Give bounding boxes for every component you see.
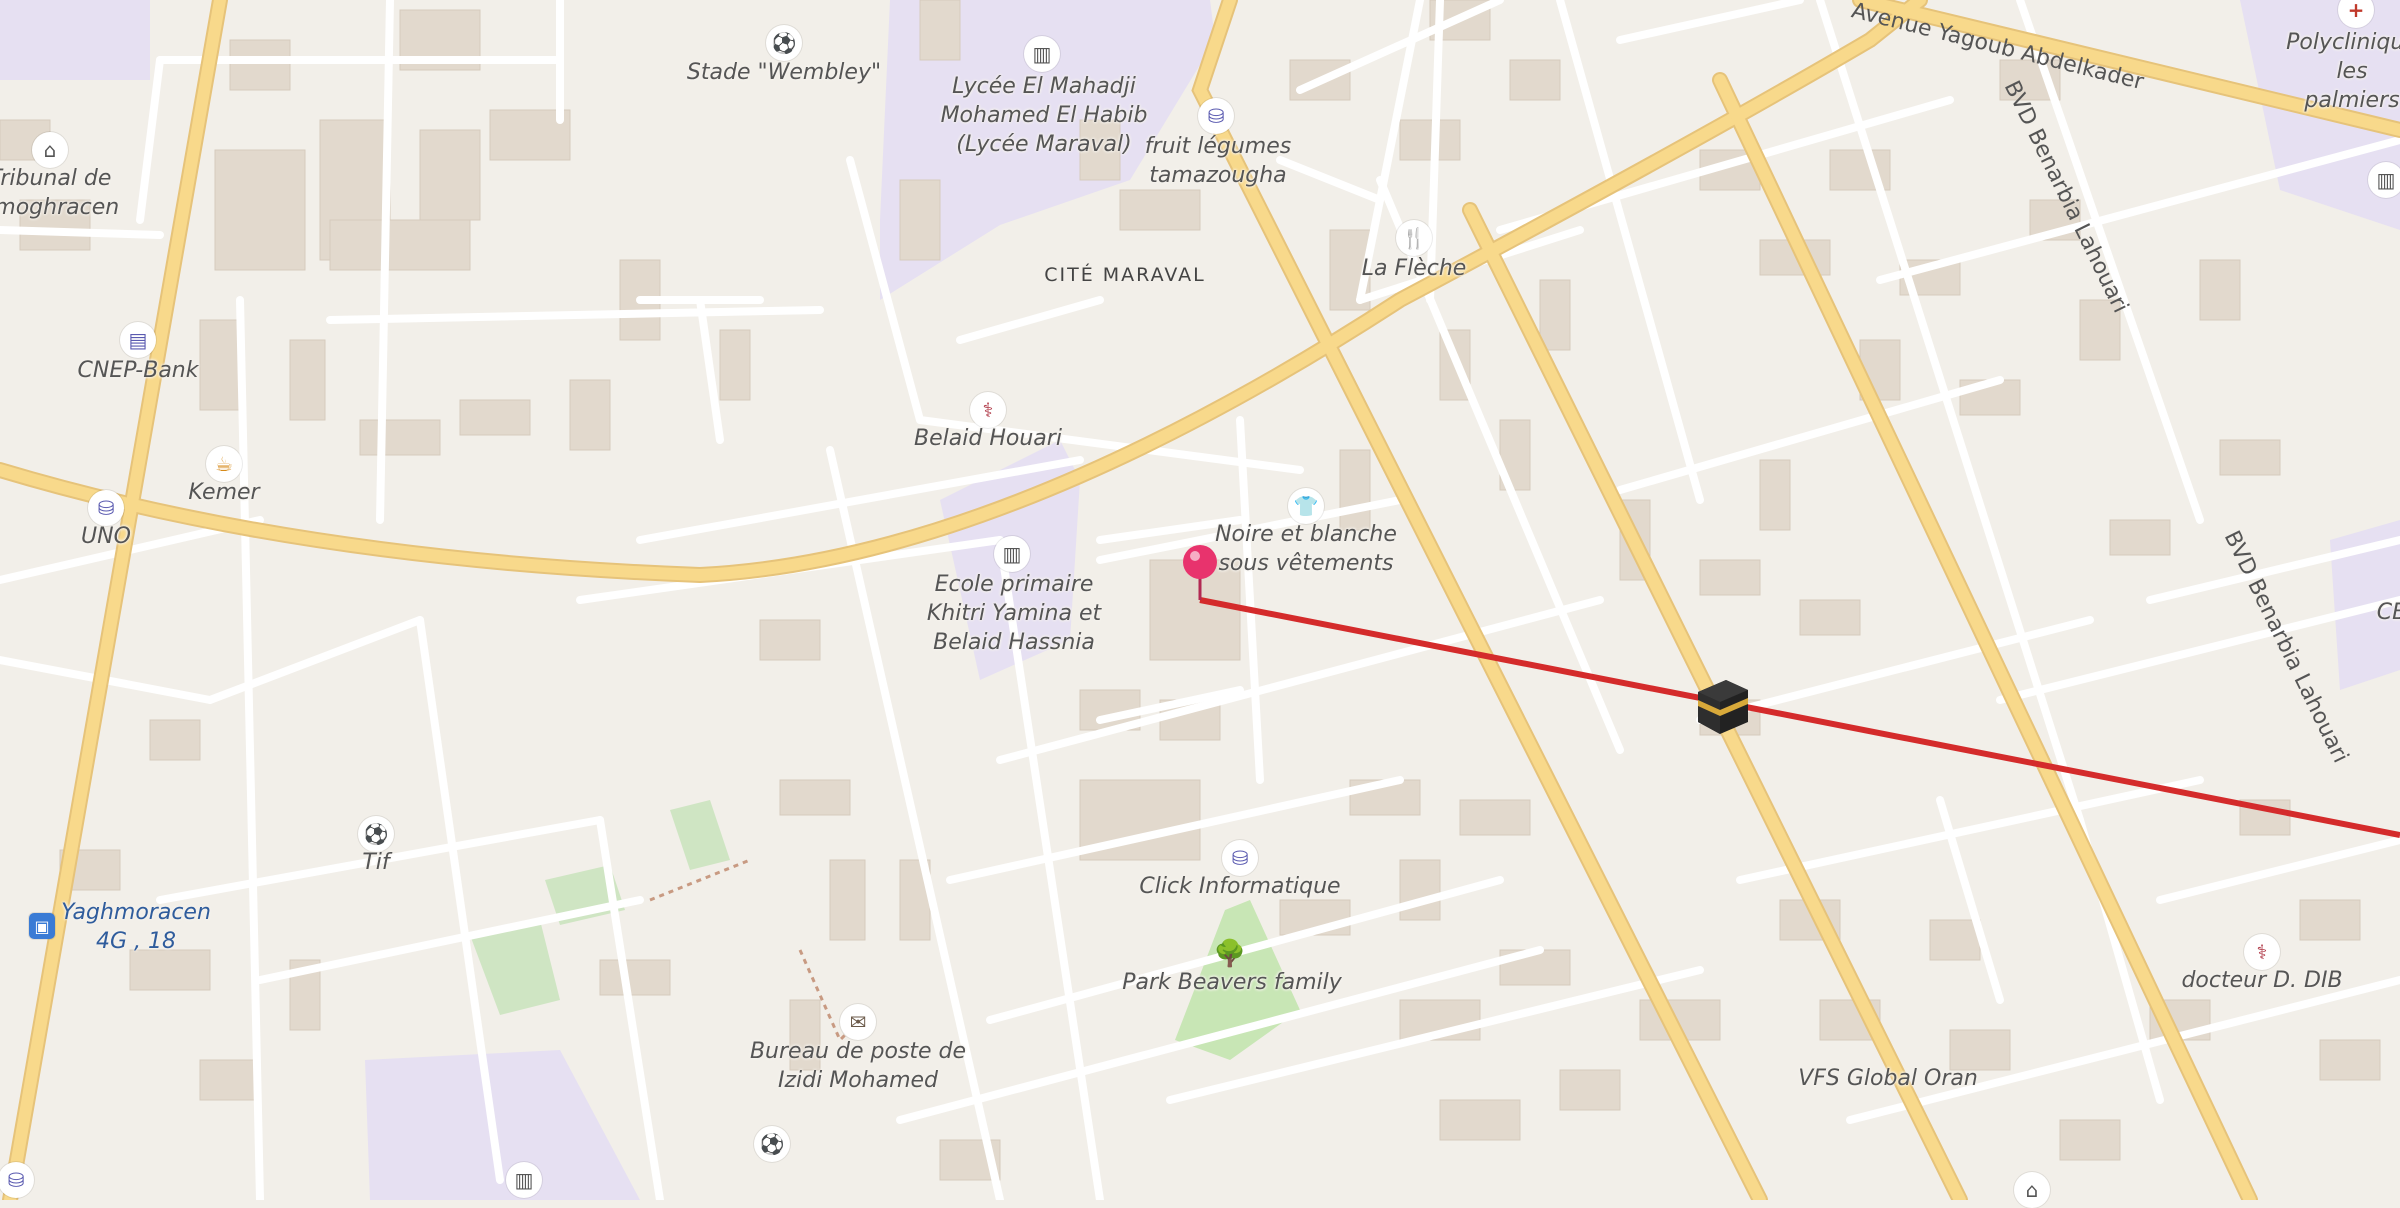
poi-label-cb-partial[interactable]: CB — [2377, 598, 2400, 627]
clothes-icon[interactable]: 👕 — [1288, 488, 1324, 524]
poi-label-line: Ecole primaire Khitri Yamina et Belaid H… — [926, 572, 1102, 655]
poi-label-tif[interactable]: Tif — [362, 848, 389, 877]
sports-icon[interactable]: ⚽ — [754, 1126, 790, 1162]
restaurant-icon[interactable]: 🍴 — [1396, 220, 1432, 256]
street-label: Avenue Yagoub Abdelkader — [1848, 0, 2147, 96]
poi-label-tribunal[interactable]: Tribunal de amoghracen — [0, 164, 119, 222]
poi-label-click-informatique[interactable]: Click Informatique — [1139, 872, 1340, 901]
street-label: BVD Benarbia Lahouari — [2218, 527, 2353, 767]
poi-label-park-beavers[interactable]: Park Beavers family — [1122, 968, 1342, 997]
poi-label-docteur-dib[interactable]: docteur D. DIB — [2181, 966, 2342, 995]
poi-label-lycee[interactable]: Lycée El Mahadji Mohamed El Habib (Lycée… — [941, 72, 1148, 159]
doctor-icon[interactable]: ⚕ — [970, 392, 1006, 428]
sports-icon[interactable]: ⚽ — [766, 25, 802, 61]
shop-icon[interactable]: ⛁ — [1222, 840, 1258, 876]
post-office-icon[interactable]: ✉ — [840, 1004, 876, 1040]
sports-icon[interactable]: ⚽ — [358, 816, 394, 852]
poi-label-noire-blanche[interactable]: Noire et blanche sous vêtements — [1215, 520, 1397, 578]
map-labels-overlay: CITÉ MARAVAL Avenue Yagoub Abdelkader BV… — [0, 0, 2400, 1208]
shop-icon[interactable]: ⛁ — [1198, 98, 1234, 134]
poi-label-cnep-bank[interactable]: CNEP-Bank — [78, 356, 199, 385]
poi-label-polyclinique[interactable]: Polyclinique les palmiers — [2286, 28, 2400, 115]
school-icon[interactable]: ▥ — [2368, 162, 2400, 198]
shop-icon[interactable]: ⛁ — [0, 1162, 34, 1198]
poi-label-line: fruit légumes tamazougha — [1144, 134, 1292, 188]
poi-label-fruit-legumes[interactable]: fruit légumes tamazougha — [1145, 132, 1291, 190]
poi-label-uno[interactable]: UNO — [81, 522, 131, 551]
courthouse-icon[interactable]: ⌂ — [2014, 1172, 2050, 1208]
poi-label-stade-wembley[interactable]: Stade "Wembley" — [687, 58, 881, 87]
poi-label-vfs-global[interactable]: VFS Global Oran — [1798, 1064, 1978, 1093]
poi-label-kemer[interactable]: Kemer — [188, 478, 259, 507]
poi-label-line: Noire et blanche sous vêtements — [1215, 522, 1397, 576]
cafe-icon[interactable]: ☕ — [206, 446, 242, 482]
hospital-icon[interactable]: + — [2338, 0, 2374, 28]
district-label: CITÉ MARAVAL — [1044, 264, 1206, 286]
school-icon[interactable]: ▥ — [994, 536, 1030, 572]
courthouse-icon[interactable]: ⌂ — [32, 132, 68, 168]
school-icon[interactable]: ▥ — [1024, 36, 1060, 72]
poi-label-belaid-houari[interactable]: Belaid Houari — [914, 424, 1062, 453]
poi-label-line: Polyclinique les palmiers — [2286, 30, 2400, 113]
poi-label-yaghmoracen[interactable]: Yaghmoracen 4G , 18 — [61, 898, 211, 956]
doctor-icon[interactable]: ⚕ — [2244, 934, 2280, 970]
poi-label-line: Lycée El Mahadji Mohamed El Habib (Lycée… — [940, 74, 1148, 157]
poi-label-line: Bureau de poste de Izidi Mohamed — [749, 1039, 967, 1093]
poi-label-la-fleche[interactable]: La Flèche — [1362, 254, 1467, 283]
bus-stop-icon[interactable]: ▣ — [29, 913, 55, 939]
tree-icon[interactable]: 🌳 — [1212, 936, 1248, 972]
street-label: BVD Benarbia Lahouari — [1998, 77, 2133, 317]
shop-icon[interactable]: ⛁ — [88, 490, 124, 526]
poi-label-line: Tribunal de amoghracen — [0, 166, 120, 220]
poi-label-ecole-primaire[interactable]: Ecole primaire Khitri Yamina et Belaid H… — [927, 570, 1101, 657]
poi-label-line: Yaghmoracen 4G , 18 — [61, 900, 211, 954]
bank-icon[interactable]: ▤ — [120, 322, 156, 358]
school-icon[interactable]: ▥ — [506, 1162, 542, 1198]
poi-label-bureau-poste[interactable]: Bureau de poste de Izidi Mohamed — [750, 1037, 966, 1095]
